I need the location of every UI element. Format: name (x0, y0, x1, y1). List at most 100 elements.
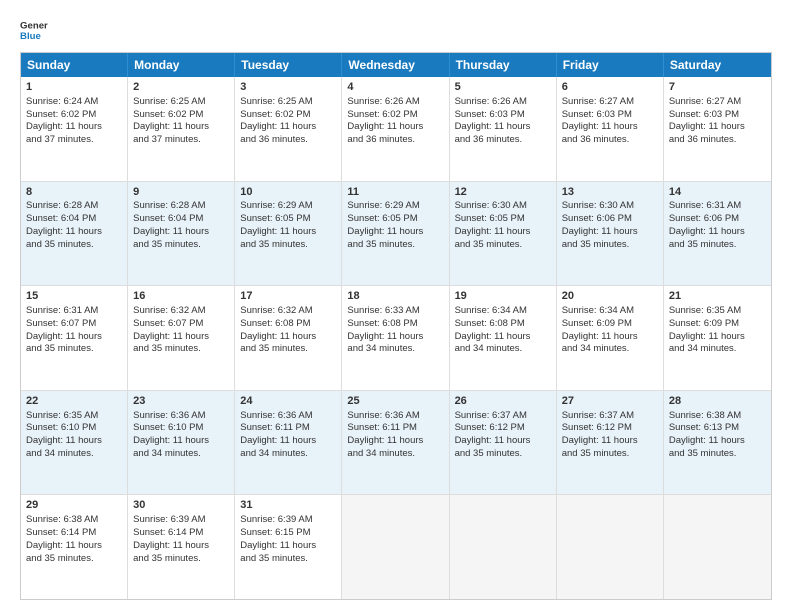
day-info-line: Sunset: 6:08 PM (240, 318, 336, 331)
day-info-line: Sunrise: 6:35 AM (669, 305, 766, 318)
day-info-line: Sunrise: 6:38 AM (669, 410, 766, 423)
day-info-line: and 36 minutes. (669, 134, 766, 147)
day-cell-26: 26Sunrise: 6:37 AMSunset: 6:12 PMDayligh… (450, 391, 557, 495)
day-number: 17 (240, 289, 336, 304)
day-info-line: and 36 minutes. (240, 134, 336, 147)
day-cell-31: 31Sunrise: 6:39 AMSunset: 6:15 PMDayligh… (235, 495, 342, 599)
day-info-line: Sunset: 6:07 PM (26, 318, 122, 331)
day-info-line: and 34 minutes. (347, 448, 443, 461)
day-info-line: Daylight: 11 hours (240, 226, 336, 239)
day-info-line: Sunrise: 6:26 AM (455, 96, 551, 109)
day-info-line: Sunset: 6:09 PM (669, 318, 766, 331)
day-cell-4: 4Sunrise: 6:26 AMSunset: 6:02 PMDaylight… (342, 77, 449, 181)
day-info-line: Sunrise: 6:26 AM (347, 96, 443, 109)
day-info-line: Daylight: 11 hours (240, 435, 336, 448)
day-info-line: Sunrise: 6:30 AM (562, 200, 658, 213)
day-cell-11: 11Sunrise: 6:29 AMSunset: 6:05 PMDayligh… (342, 182, 449, 286)
day-cell-20: 20Sunrise: 6:34 AMSunset: 6:09 PMDayligh… (557, 286, 664, 390)
day-info-line: and 35 minutes. (240, 343, 336, 356)
page: General Blue SundayMondayTuesdayWednesda… (0, 0, 792, 612)
day-info-line: Sunrise: 6:31 AM (669, 200, 766, 213)
day-info-line: and 35 minutes. (455, 448, 551, 461)
day-number: 16 (133, 289, 229, 304)
day-number: 24 (240, 394, 336, 409)
day-info-line: Sunset: 6:02 PM (133, 109, 229, 122)
day-info-line: Daylight: 11 hours (562, 435, 658, 448)
day-number: 19 (455, 289, 551, 304)
day-info-line: Daylight: 11 hours (347, 226, 443, 239)
day-info-line: and 35 minutes. (240, 239, 336, 252)
day-info-line: Daylight: 11 hours (562, 226, 658, 239)
day-info-line: Daylight: 11 hours (562, 121, 658, 134)
day-cell-1: 1Sunrise: 6:24 AMSunset: 6:02 PMDaylight… (21, 77, 128, 181)
calendar-body: 1Sunrise: 6:24 AMSunset: 6:02 PMDaylight… (21, 77, 771, 599)
day-cell-14: 14Sunrise: 6:31 AMSunset: 6:06 PMDayligh… (664, 182, 771, 286)
day-info-line: and 34 minutes. (26, 448, 122, 461)
svg-text:General: General (20, 20, 48, 31)
day-info-line: Sunrise: 6:24 AM (26, 96, 122, 109)
day-cell-24: 24Sunrise: 6:36 AMSunset: 6:11 PMDayligh… (235, 391, 342, 495)
day-info-line: Sunrise: 6:35 AM (26, 410, 122, 423)
day-cell-7: 7Sunrise: 6:27 AMSunset: 6:03 PMDaylight… (664, 77, 771, 181)
day-info-line: Sunrise: 6:38 AM (26, 514, 122, 527)
day-info-line: Daylight: 11 hours (669, 331, 766, 344)
header-day-sunday: Sunday (21, 53, 128, 77)
day-number: 13 (562, 185, 658, 200)
day-info-line: Sunset: 6:10 PM (133, 422, 229, 435)
header-day-tuesday: Tuesday (235, 53, 342, 77)
day-info-line: and 34 minutes. (455, 343, 551, 356)
day-cell-3: 3Sunrise: 6:25 AMSunset: 6:02 PMDaylight… (235, 77, 342, 181)
day-cell-10: 10Sunrise: 6:29 AMSunset: 6:05 PMDayligh… (235, 182, 342, 286)
day-info-line: Sunset: 6:05 PM (347, 213, 443, 226)
week-row-1: 1Sunrise: 6:24 AMSunset: 6:02 PMDaylight… (21, 77, 771, 182)
day-number: 2 (133, 80, 229, 95)
day-info-line: Daylight: 11 hours (240, 121, 336, 134)
day-info-line: Sunset: 6:05 PM (455, 213, 551, 226)
day-number: 30 (133, 498, 229, 513)
day-info-line: Sunset: 6:08 PM (455, 318, 551, 331)
day-info-line: Sunrise: 6:36 AM (240, 410, 336, 423)
day-info-line: Daylight: 11 hours (240, 331, 336, 344)
header-day-monday: Monday (128, 53, 235, 77)
day-cell-2: 2Sunrise: 6:25 AMSunset: 6:02 PMDaylight… (128, 77, 235, 181)
day-number: 10 (240, 185, 336, 200)
day-info-line: and 35 minutes. (26, 553, 122, 566)
day-cell-25: 25Sunrise: 6:36 AMSunset: 6:11 PMDayligh… (342, 391, 449, 495)
day-info-line: Daylight: 11 hours (133, 435, 229, 448)
day-info-line: Daylight: 11 hours (669, 435, 766, 448)
day-info-line: Sunrise: 6:33 AM (347, 305, 443, 318)
day-info-line: Sunset: 6:14 PM (133, 527, 229, 540)
day-cell-17: 17Sunrise: 6:32 AMSunset: 6:08 PMDayligh… (235, 286, 342, 390)
week-row-5: 29Sunrise: 6:38 AMSunset: 6:14 PMDayligh… (21, 495, 771, 599)
day-number: 18 (347, 289, 443, 304)
calendar-header: SundayMondayTuesdayWednesdayThursdayFrid… (21, 53, 771, 77)
day-info-line: and 35 minutes. (26, 239, 122, 252)
day-info-line: Sunset: 6:03 PM (562, 109, 658, 122)
day-info-line: and 34 minutes. (240, 448, 336, 461)
day-number: 29 (26, 498, 122, 513)
day-info-line: and 37 minutes. (133, 134, 229, 147)
week-row-4: 22Sunrise: 6:35 AMSunset: 6:10 PMDayligh… (21, 391, 771, 496)
day-info-line: Sunrise: 6:34 AM (455, 305, 551, 318)
day-info-line: Daylight: 11 hours (562, 331, 658, 344)
day-info-line: Sunrise: 6:37 AM (562, 410, 658, 423)
day-info-line: Sunset: 6:11 PM (347, 422, 443, 435)
day-cell-8: 8Sunrise: 6:28 AMSunset: 6:04 PMDaylight… (21, 182, 128, 286)
day-info-line: Daylight: 11 hours (455, 121, 551, 134)
day-cell-22: 22Sunrise: 6:35 AMSunset: 6:10 PMDayligh… (21, 391, 128, 495)
logo-icon: General Blue (20, 16, 48, 44)
day-info-line: and 35 minutes. (133, 239, 229, 252)
header-day-saturday: Saturday (664, 53, 771, 77)
day-info-line: Sunset: 6:09 PM (562, 318, 658, 331)
day-number: 12 (455, 185, 551, 200)
day-number: 26 (455, 394, 551, 409)
day-info-line: Sunrise: 6:28 AM (26, 200, 122, 213)
day-info-line: Sunrise: 6:32 AM (240, 305, 336, 318)
day-info-line: Daylight: 11 hours (347, 121, 443, 134)
day-info-line: Daylight: 11 hours (455, 226, 551, 239)
day-info-line: Daylight: 11 hours (347, 435, 443, 448)
day-info-line: and 35 minutes. (669, 239, 766, 252)
day-info-line: Sunrise: 6:25 AM (240, 96, 336, 109)
day-info-line: Sunset: 6:07 PM (133, 318, 229, 331)
day-info-line: Sunrise: 6:34 AM (562, 305, 658, 318)
